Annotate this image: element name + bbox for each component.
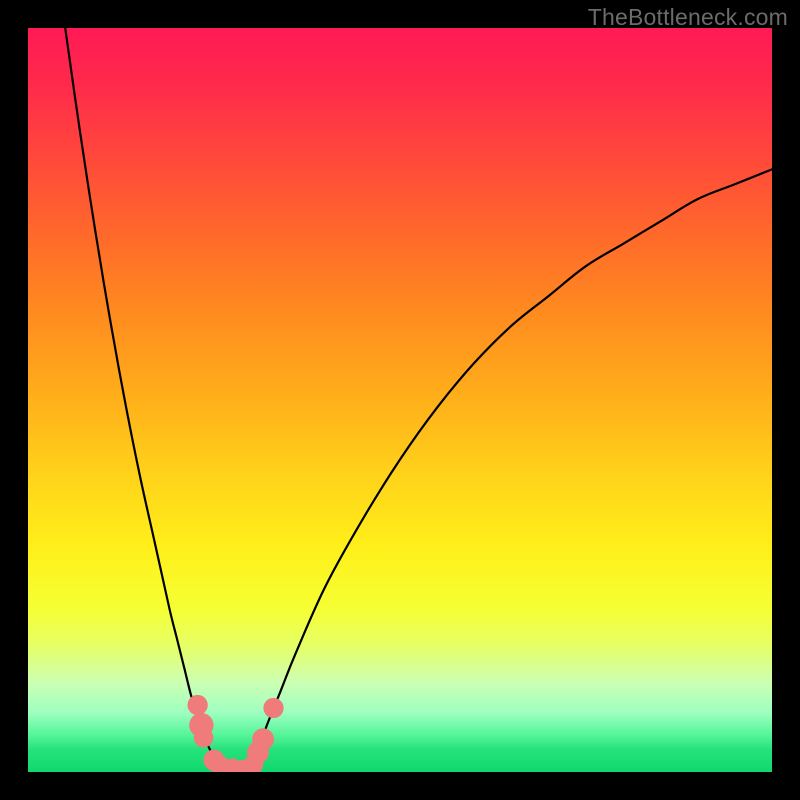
plot-area bbox=[28, 28, 772, 772]
series-right-branch bbox=[251, 169, 772, 772]
marker-9 bbox=[252, 728, 274, 750]
series-left-branch bbox=[65, 28, 221, 772]
curve-lines bbox=[65, 28, 772, 772]
chart-svg bbox=[28, 28, 772, 772]
chart-frame: TheBottleneck.com bbox=[0, 0, 800, 800]
watermark-text: TheBottleneck.com bbox=[588, 4, 788, 31]
marker-0 bbox=[187, 695, 207, 715]
data-markers bbox=[187, 695, 283, 772]
marker-2 bbox=[194, 728, 213, 747]
marker-10 bbox=[263, 698, 283, 718]
